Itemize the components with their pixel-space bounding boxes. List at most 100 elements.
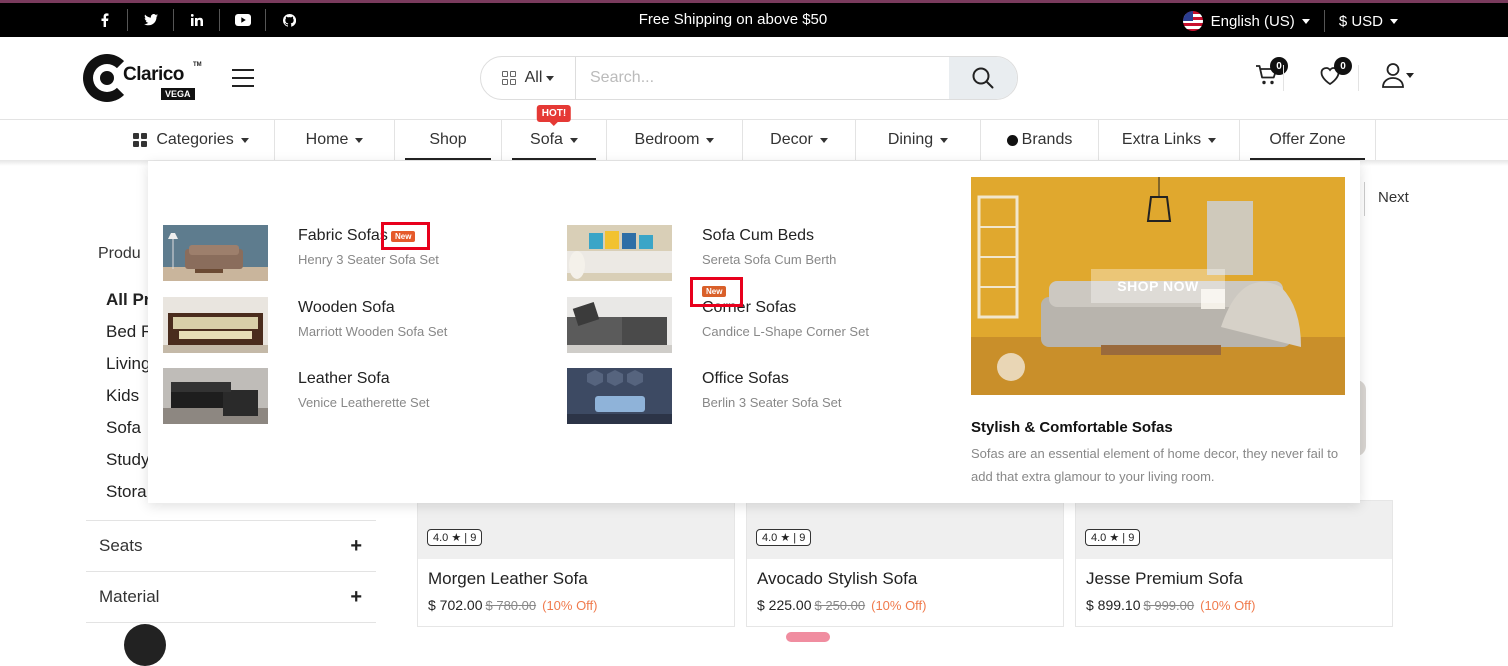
rating-badge: 4.0 ★ | 9	[427, 529, 483, 546]
product-price: $ 702.00 $ 780.00 (10% Off)	[428, 597, 598, 613]
sale-badge	[786, 632, 830, 642]
corner-sofa-thumbnail	[567, 297, 672, 353]
mega-item-wooden-sofa[interactable]: Wooden Sofa Marriott Wooden Sofa Set	[163, 297, 523, 353]
promo-banner[interactable]: SHOP NOW	[971, 177, 1345, 395]
divider	[1323, 10, 1325, 32]
nav-home-label: Home	[305, 131, 349, 148]
fabric-sofa-thumbnail	[163, 225, 268, 281]
language-label: English (US)	[1210, 12, 1295, 30]
mega-item-corner-sofas[interactable]: Corner Sofas Candice L-Shape Corner Set	[567, 297, 927, 353]
nav-categories-label: Categories	[156, 131, 234, 148]
banner-description: Sofas are an essential element of home d…	[971, 446, 1339, 484]
sofa-mega-menu: Fabric Sofas Henry 3 Seater Sofa Set New…	[148, 161, 1360, 503]
filter-label: Seats	[99, 536, 143, 555]
sidebar-category[interactable]: Study	[106, 450, 149, 470]
currency-selector[interactable]: $ USD	[1339, 13, 1398, 30]
nav-offer-zone-label: Offer Zone	[1269, 131, 1346, 148]
filter-seats[interactable]: Seats +	[86, 520, 376, 571]
shop-now-button[interactable]: SHOP NOW	[1091, 269, 1225, 303]
nav-bedroom[interactable]: Bedroom	[607, 120, 743, 160]
grid-icon	[501, 71, 516, 85]
divider	[86, 622, 376, 623]
mega-item-fabric-sofas[interactable]: Fabric Sofas Henry 3 Seater Sofa Set	[163, 225, 523, 281]
search-input[interactable]	[576, 57, 949, 99]
mega-item-title: Office Sofas	[702, 370, 789, 387]
nav-sofa[interactable]: HOT! Sofa	[502, 105, 607, 160]
user-icon	[1382, 63, 1404, 88]
nav-bedroom-label: Bedroom	[634, 131, 700, 148]
search-bar: All	[480, 56, 1018, 100]
sidebar-heading: Produ	[98, 245, 141, 262]
language-selector[interactable]: English (US)	[1211, 13, 1310, 30]
mega-item-subtitle: Marriott Wooden Sofa Set	[298, 324, 448, 339]
chevron-down-icon	[706, 137, 715, 143]
mega-item-office-sofas[interactable]: Office Sofas Berlin 3 Seater Sofa Set	[567, 368, 927, 424]
product-title[interactable]: Avocado Stylish Sofa	[757, 569, 917, 589]
mega-item-title: Fabric Sofas	[298, 227, 388, 244]
chevron-down-icon	[546, 75, 555, 81]
plus-icon: +	[350, 585, 362, 608]
nav-decor[interactable]: Decor	[743, 120, 856, 160]
nav-brands[interactable]: Brands	[981, 120, 1099, 160]
logo-dot	[100, 71, 114, 85]
product-price: $ 225.00 $ 250.00 (10% Off)	[757, 597, 927, 613]
hamburger-menu-icon[interactable]	[232, 69, 254, 87]
nav-decor-label: Decor	[770, 131, 813, 148]
brands-dot-icon	[1006, 134, 1018, 146]
chevron-down-icon	[1406, 73, 1414, 78]
pager-next[interactable]: Next	[1364, 182, 1409, 216]
filter-label: Material	[99, 587, 160, 606]
nav-extra-links-label: Extra Links	[1121, 131, 1202, 148]
chevron-down-icon	[240, 137, 249, 143]
product-title[interactable]: Morgen Leather Sofa	[428, 569, 588, 589]
mega-item-sofa-cum-beds[interactable]: Sofa Cum Beds Sereta Sofa Cum Berth	[567, 225, 927, 281]
sidebar-category[interactable]: Bed R	[106, 322, 153, 342]
nav-extra-links[interactable]: Extra Links	[1099, 120, 1240, 160]
chevron-down-icon	[569, 137, 578, 143]
plus-icon: +	[350, 534, 362, 557]
nav-offer-zone[interactable]: Offer Zone	[1240, 120, 1376, 160]
nav-sofa-label: Sofa	[530, 131, 563, 148]
chat-launcher[interactable]	[124, 624, 166, 666]
clarico-logo[interactable]: Clarico TM VEGA	[83, 53, 203, 105]
nav-dining-label: Dining	[887, 131, 934, 148]
wooden-sofa-thumbnail	[163, 297, 268, 353]
sidebar-category[interactable]: Sofa	[106, 418, 141, 438]
main-nav: Categories Home Shop HOT! Sofa Bedroom D…	[0, 105, 1508, 160]
banner-title: Stylish & Comfortable Sofas	[971, 419, 1173, 436]
product-card[interactable]: 4.0 ★ | 9 Morgen Leather Sofa $ 702.00 $ …	[417, 500, 735, 627]
filter-material[interactable]: Material +	[86, 571, 376, 622]
product-card[interactable]: 4.0 ★ | 9 Avocado Stylish Sofa $ 225.00 $…	[746, 500, 1064, 627]
product-price: $ 899.10 $ 999.00 (10% Off)	[1086, 597, 1256, 613]
chevron-down-icon	[355, 137, 364, 143]
search-button[interactable]	[949, 57, 1017, 99]
search-category-label: All	[524, 69, 543, 86]
account-menu[interactable]	[1381, 62, 1414, 93]
sidebar-category[interactable]: All Pr	[106, 290, 150, 310]
nav-shop[interactable]: Shop	[395, 120, 502, 160]
search-icon	[972, 67, 994, 89]
divider	[1358, 65, 1359, 91]
top-bar: Free Shipping on above $50 English (US) …	[0, 3, 1508, 37]
divider	[1283, 65, 1284, 91]
mega-item-subtitle: Sereta Sofa Cum Berth	[702, 252, 837, 267]
mega-item-leather-sofa[interactable]: Leather Sofa Venice Leatherette Set	[163, 368, 523, 424]
sidebar-category[interactable]: Kids	[106, 386, 139, 406]
grid-icon	[133, 133, 148, 147]
search-category-select[interactable]: All	[481, 57, 576, 99]
site-header: Clarico TM VEGA All 0 0	[0, 37, 1508, 120]
chevron-down-icon	[1301, 19, 1310, 25]
logo-subtext: VEGA	[161, 88, 195, 100]
nav-categories[interactable]: Categories	[108, 120, 275, 160]
nav-home[interactable]: Home	[275, 120, 395, 160]
mega-item-subtitle: Berlin 3 Seater Sofa Set	[702, 395, 842, 410]
mega-item-title: Sofa Cum Beds	[702, 227, 815, 244]
nav-dining[interactable]: Dining	[856, 120, 981, 160]
locale-selectors: English (US) $ USD	[1182, 10, 1398, 32]
product-title[interactable]: Jesse Premium Sofa	[1086, 569, 1243, 589]
cart-button[interactable]: 0	[1255, 57, 1288, 92]
product-card[interactable]: 4.0 ★ | 9 Jesse Premium Sofa $ 899.10 $ 9…	[1075, 500, 1393, 627]
wishlist-button[interactable]: 0	[1318, 57, 1352, 92]
sidebar-category[interactable]: Living	[106, 354, 150, 374]
sidebar-category[interactable]: Stora	[106, 482, 147, 502]
